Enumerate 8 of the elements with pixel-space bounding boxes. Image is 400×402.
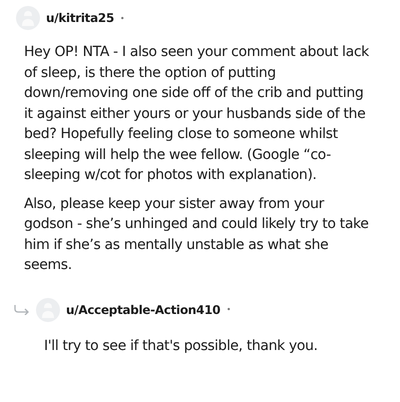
- separator-dot: •: [226, 305, 232, 314]
- username[interactable]: u/kitrita25: [46, 11, 114, 25]
- username[interactable]: u/Acceptable-Action410: [66, 302, 220, 316]
- comment-text: Hey OP! NTA - I also seen your comment about lack of sleep, is there the option of putting down/removing one side off of the crib and putting it against either yours or your husbands side of the bed? Hopefully feeling close to someone whilst sleeping will help the wee fellow. (Google “co-sleeping w/cot for photos with explanation).: [24, 43, 370, 185]
- comment-text: Also, please keep your sister away from your godson - she’s unhinged and could likely try to take him if she’s as mentally unstable as what she seems.: [24, 194, 370, 275]
- comment-text: I'll try to see if that's possible, thank you.: [44, 336, 319, 356]
- separator-dot: •: [120, 14, 125, 22]
- reply-arrow-icon: [14, 304, 30, 314]
